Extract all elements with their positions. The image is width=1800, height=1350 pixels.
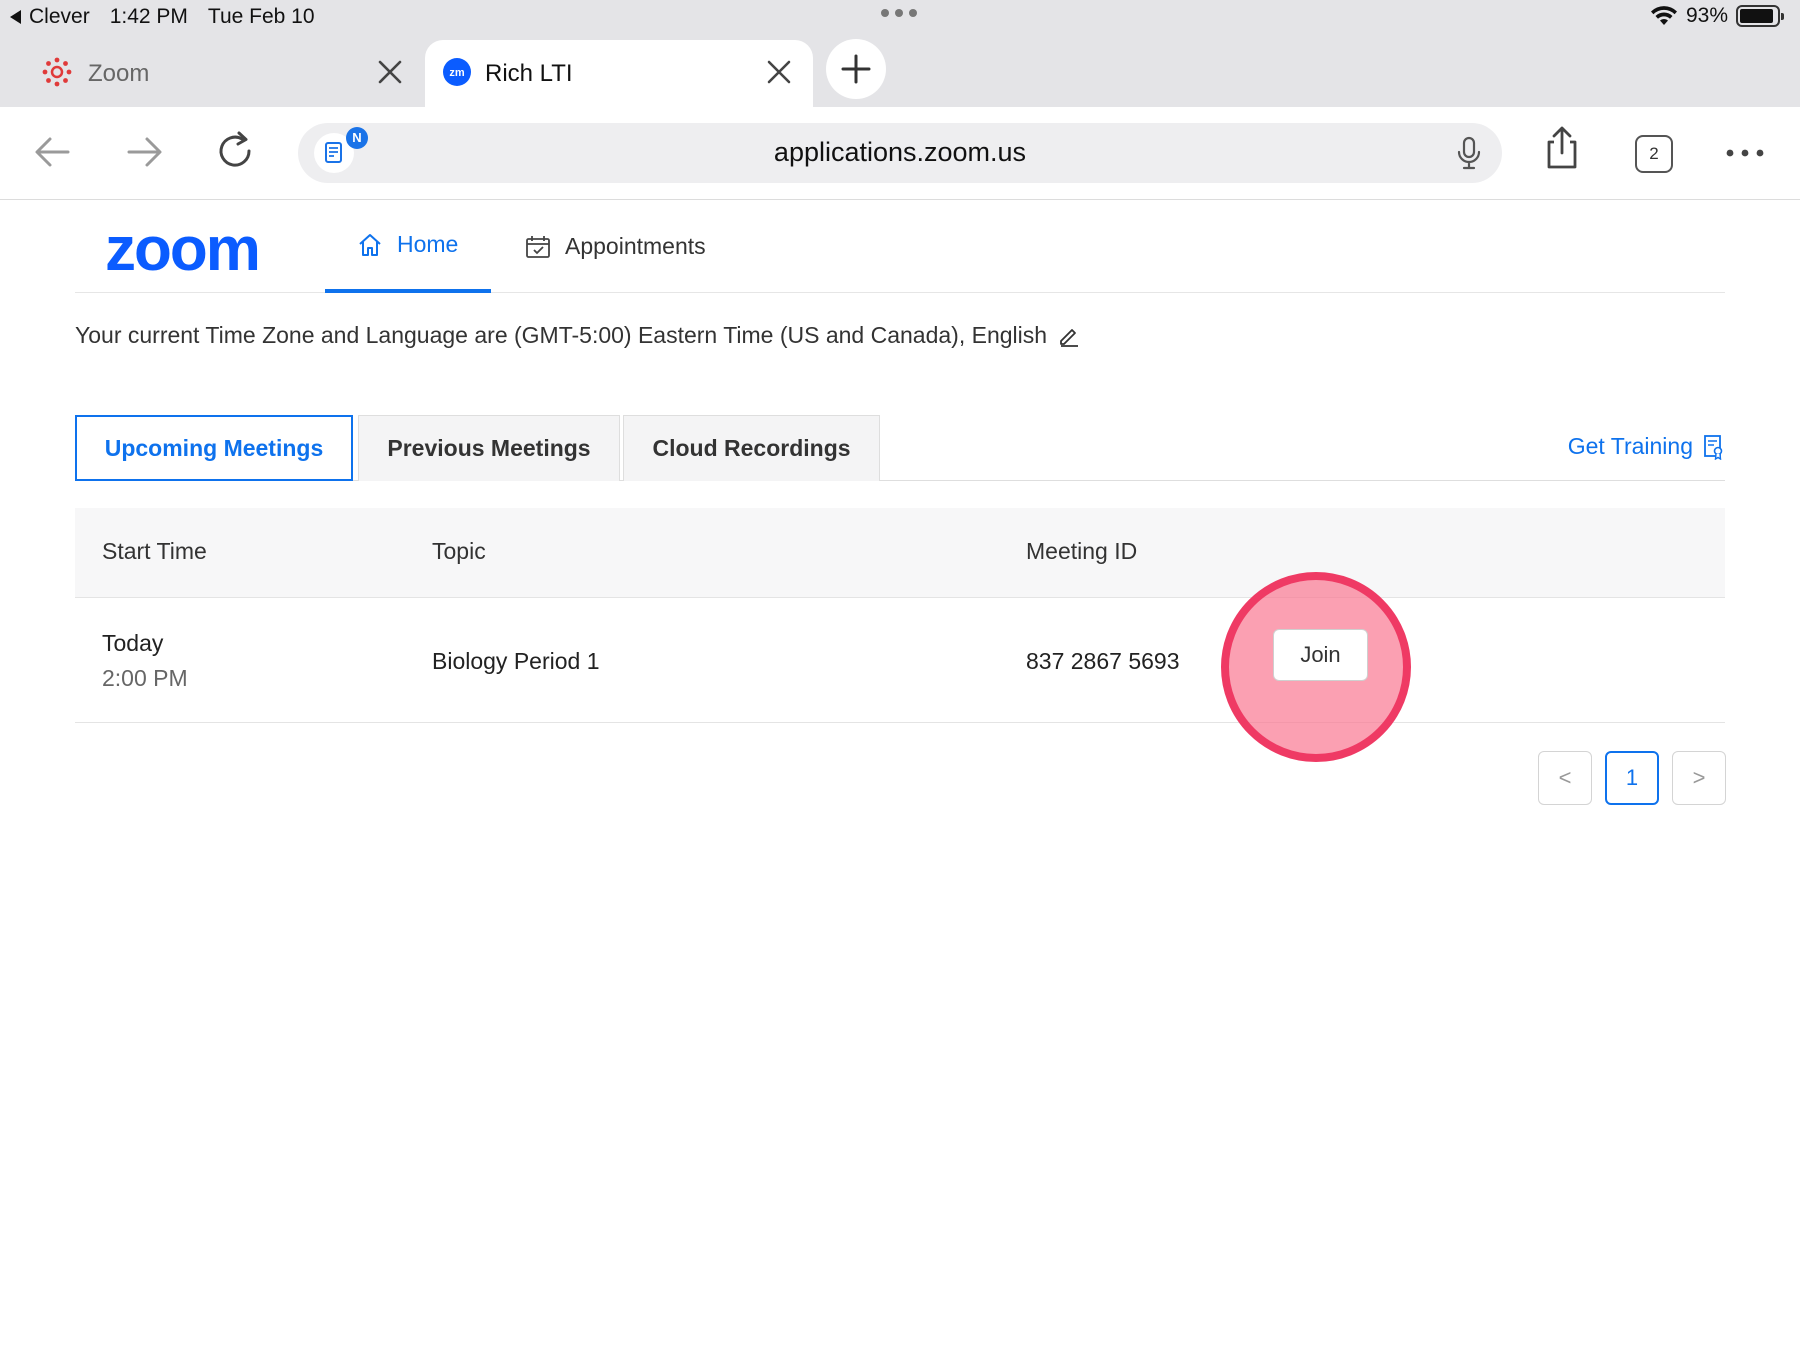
- tab-upcoming-meetings[interactable]: Upcoming Meetings: [75, 415, 353, 481]
- zoom-logo-text: zoom: [105, 224, 259, 274]
- get-training-link[interactable]: Get Training: [1568, 433, 1725, 460]
- meeting-time: 2:00 PM: [102, 665, 188, 691]
- close-tab-icon[interactable]: [763, 56, 795, 88]
- tab-title: Rich LTI: [485, 60, 573, 87]
- battery-icon: [1736, 5, 1784, 27]
- get-training-label: Get Training: [1567, 433, 1693, 459]
- plus-icon: [841, 54, 871, 84]
- meetings-table: Start Time Topic Meeting ID Today 2:00 P…: [75, 508, 1725, 762]
- browser-toolbar: N applications.zoom.us 2: [0, 107, 1800, 200]
- meetings-tabs: Upcoming Meetings Previous Meetings Clou…: [75, 415, 1725, 481]
- more-options-icon[interactable]: [1720, 127, 1770, 177]
- close-tab-icon[interactable]: [374, 56, 406, 88]
- meeting-day: Today: [102, 630, 164, 656]
- nav-home-label: Home: [397, 231, 459, 257]
- zoom-logo[interactable]: zoom: [105, 224, 265, 274]
- column-header-meeting-id: Meeting ID: [1026, 538, 1138, 564]
- table-row: Today 2:00 PM Biology Period 1 837 2867 …: [75, 572, 1725, 762]
- battery-level: [1740, 9, 1774, 23]
- browser-tab-rich-lti[interactable]: zm Rich LTI: [425, 40, 813, 107]
- column-header-topic: Topic: [432, 538, 486, 564]
- tab-overview-button[interactable]: 2: [1635, 135, 1673, 173]
- share-icon[interactable]: [1537, 123, 1587, 173]
- reload-icon[interactable]: [211, 127, 261, 177]
- back-arrow-icon[interactable]: [28, 127, 78, 177]
- back-to-app-button[interactable]: Clever: [10, 5, 90, 29]
- tab-title: Zoom: [88, 60, 150, 87]
- wifi-icon: [1650, 6, 1677, 25]
- microphone-icon[interactable]: [1454, 135, 1484, 171]
- pagination: < 1 >: [1538, 751, 1726, 805]
- top-nav: zoom Home Appointments: [75, 200, 1725, 293]
- meeting-id: 837 2867 5693: [1026, 648, 1180, 674]
- canvas-logo-icon: [42, 57, 72, 87]
- zoom-page: zoom Home Appointments Your current Time…: [0, 200, 1800, 1350]
- url-text: applications.zoom.us: [773, 137, 1027, 167]
- multitasking-dots-icon[interactable]: [881, 9, 917, 17]
- pagination-prev-button[interactable]: <: [1538, 751, 1592, 805]
- training-certificate-icon: [1704, 434, 1723, 460]
- nav-appointments-label: Appointments: [565, 233, 706, 259]
- edit-pencil-icon[interactable]: [1057, 324, 1081, 348]
- pagination-next-button[interactable]: >: [1672, 751, 1726, 805]
- address-bar[interactable]: N applications.zoom.us: [298, 123, 1502, 183]
- svg-text:zm: zm: [449, 67, 465, 79]
- back-triangle-icon: [10, 10, 21, 24]
- timezone-text: Your current Time Zone and Language are …: [75, 322, 1048, 348]
- pagination-page-1[interactable]: 1: [1605, 751, 1659, 805]
- status-bar: Clever 1:42 PM Tue Feb 10 93%: [0, 0, 1800, 34]
- join-button[interactable]: Join: [1273, 629, 1368, 681]
- new-tab-button[interactable]: [826, 39, 886, 99]
- browser-chrome-top: Clever 1:42 PM Tue Feb 10 93% Zoom zm Ri…: [0, 0, 1800, 107]
- status-date: Tue Feb 10: [207, 5, 315, 28]
- browser-tab-zoom[interactable]: Zoom: [0, 40, 424, 107]
- nav-appointments[interactable]: Appointments: [525, 200, 706, 293]
- meeting-topic[interactable]: Biology Period 1: [432, 648, 600, 675]
- timezone-language-notice: Your current Time Zone and Language are …: [75, 322, 1081, 349]
- battery-percent: 93%: [1685, 4, 1728, 27]
- status-left: Clever 1:42 PM Tue Feb 10: [10, 5, 315, 29]
- zoom-zm-icon: zm: [443, 58, 471, 86]
- nav-home[interactable]: Home: [325, 200, 492, 293]
- column-header-start-time: Start Time: [102, 538, 207, 564]
- status-time: 1:42 PM: [109, 5, 188, 28]
- tab-previous-meetings[interactable]: Previous Meetings: [358, 415, 620, 481]
- back-app-label: Clever: [29, 5, 90, 28]
- home-icon: [359, 233, 381, 256]
- tab-cloud-recordings[interactable]: Cloud Recordings: [623, 415, 880, 481]
- status-right: 93%: [1650, 4, 1784, 28]
- table-header: Start Time Topic Meeting ID: [75, 508, 1725, 598]
- forward-arrow-icon[interactable]: [119, 127, 169, 177]
- calendar-icon: [526, 235, 550, 258]
